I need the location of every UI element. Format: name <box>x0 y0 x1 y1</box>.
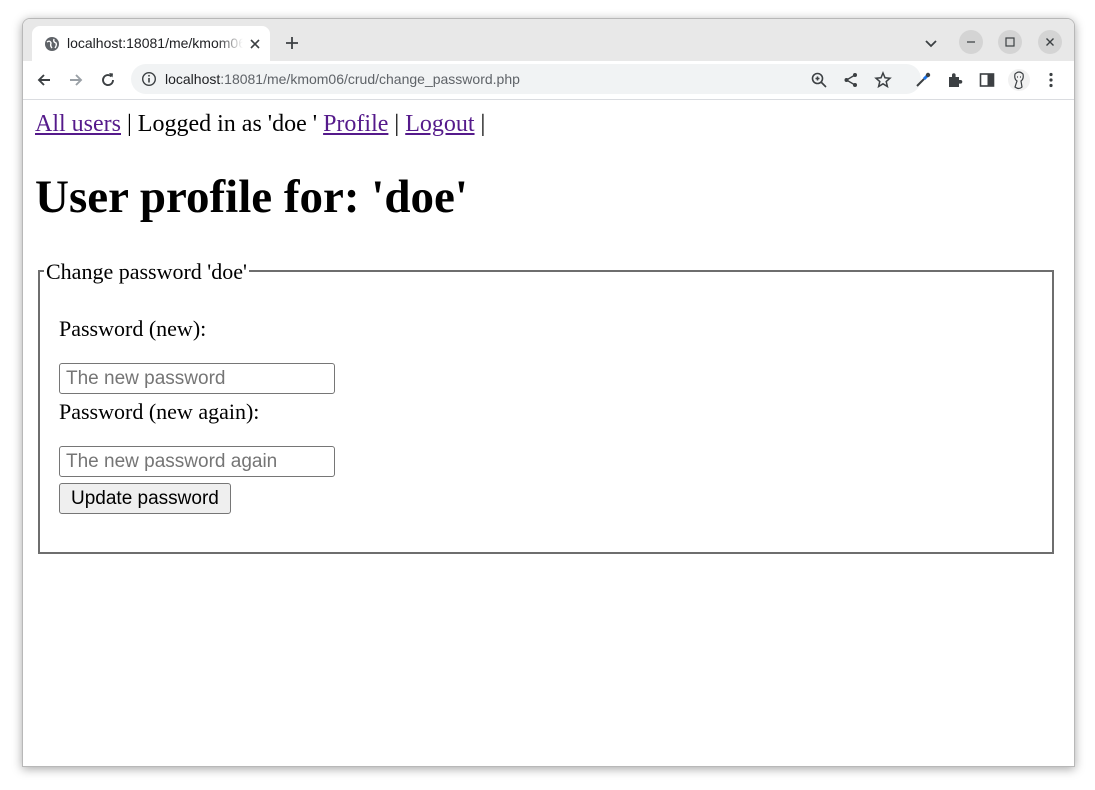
eyedropper-icon[interactable] <box>914 71 932 89</box>
chevron-down-icon[interactable] <box>923 35 939 51</box>
nav-separator: | <box>474 111 486 137</box>
kebab-menu-icon[interactable] <box>1042 71 1060 89</box>
logout-link[interactable]: Logout <box>405 111 474 137</box>
password-new-input[interactable] <box>59 363 335 394</box>
password-again-label: Password (new again): <box>59 399 260 424</box>
forward-arrow-icon[interactable] <box>67 71 85 89</box>
close-window-icon <box>1046 38 1054 46</box>
browser-tab[interactable]: localhost:18081/me/kmom06/crud/change_pa… <box>32 26 270 61</box>
tab-strip: localhost:18081/me/kmom06/crud/change_pa… <box>23 19 1074 61</box>
address-bar[interactable]: localhost:18081/me/kmom06/crud/change_pa… <box>131 64 921 94</box>
back-arrow-icon[interactable] <box>35 71 53 89</box>
fieldset-legend: Change password 'doe' <box>44 259 249 285</box>
plus-icon[interactable] <box>284 35 300 51</box>
top-nav: All users | Logged in as 'doe ' Profile … <box>35 111 485 138</box>
password-again-input[interactable] <box>59 446 335 477</box>
puzzle-icon[interactable] <box>946 71 964 89</box>
maximize-icon <box>1005 37 1015 47</box>
browser-toolbar: localhost:18081/me/kmom06/crud/change_pa… <box>23 61 1074 100</box>
password-new-label: Password (new): <box>59 316 207 341</box>
all-users-link[interactable]: All users <box>35 111 121 137</box>
update-password-button[interactable]: Update password <box>59 483 231 514</box>
profile-link[interactable]: Profile <box>323 111 388 137</box>
page-content: All users | Logged in as 'doe ' Profile … <box>23 100 1074 766</box>
zoom-icon[interactable] <box>810 71 828 89</box>
minimize-icon <box>967 41 975 43</box>
minimize-button[interactable] <box>959 30 983 54</box>
maximize-button[interactable] <box>998 30 1022 54</box>
logged-in-text: | Logged in as 'doe ' <box>121 111 324 137</box>
star-icon[interactable] <box>874 71 892 89</box>
nav-separator: | <box>388 111 406 137</box>
browser-window: localhost:18081/me/kmom06/crud/change_pa… <box>22 18 1075 767</box>
globe-icon <box>45 37 59 51</box>
url-text[interactable]: localhost:18081/me/kmom06/crud/change_pa… <box>165 71 520 87</box>
url-host: localhost <box>165 71 221 87</box>
close-icon[interactable] <box>248 37 262 51</box>
tab-title: localhost:18081/me/kmom06/crud/change_pa… <box>67 35 243 51</box>
page-title: User profile for: 'doe' <box>35 171 468 223</box>
side-panel-icon[interactable] <box>978 71 996 89</box>
profile-avatar[interactable] <box>1007 68 1031 92</box>
url-path: :18081/me/kmom06/crud/change_password.ph… <box>220 71 520 87</box>
close-window-button[interactable] <box>1038 30 1062 54</box>
share-icon[interactable] <box>842 71 860 89</box>
info-icon[interactable] <box>141 71 157 87</box>
reload-icon[interactable] <box>99 71 117 89</box>
